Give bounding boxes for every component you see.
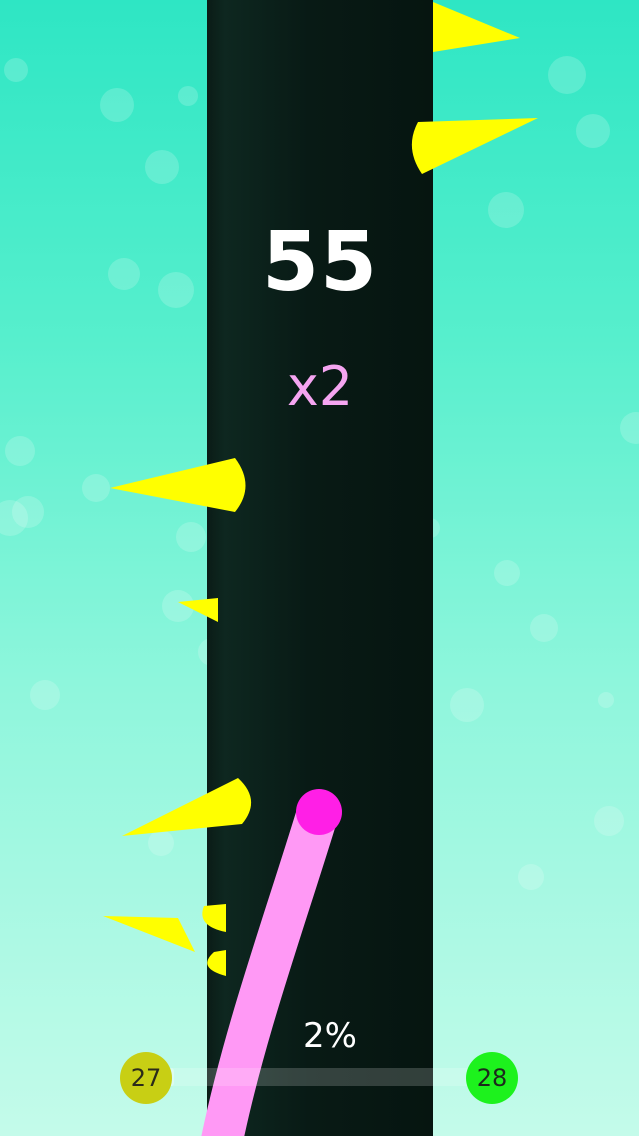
level-progress-bar [168, 1068, 472, 1086]
score-counter: 55 [261, 215, 379, 310]
spike-obstacle [103, 916, 195, 952]
player-ball [296, 789, 342, 835]
spike-obstacle [122, 778, 252, 836]
game-scene [103, 2, 538, 1136]
spike-obstacle [178, 598, 218, 622]
spike-obstacle [202, 904, 226, 932]
spike-obstacle [411, 118, 538, 174]
spike-obstacle [433, 2, 520, 52]
next-level-badge: 28 [466, 1052, 518, 1104]
current-level-badge: 27 [120, 1052, 172, 1104]
spike-obstacle [207, 950, 226, 976]
spike-obstacle [110, 458, 246, 512]
score-multiplier: x2 [286, 355, 354, 418]
level-progress-percent: 2% [303, 1016, 357, 1056]
player-trail [201, 791, 339, 1136]
